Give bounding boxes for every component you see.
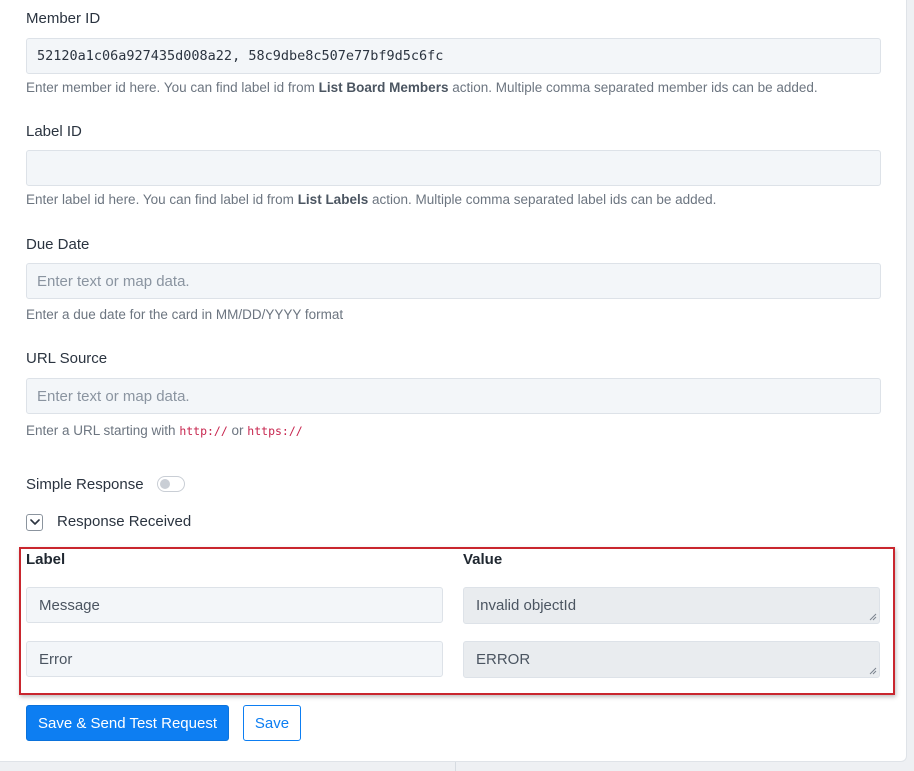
response-value-text: Invalid objectId xyxy=(476,597,577,614)
list-board-members-ref: List Board Members xyxy=(318,80,449,95)
simple-response-toggle[interactable] xyxy=(157,476,185,492)
response-label-text: Error xyxy=(39,650,73,668)
resize-handle-icon[interactable] xyxy=(869,613,877,621)
url-source-help: Enter a URL starting with http:// or htt… xyxy=(26,423,303,438)
label-id-help: Enter label id here. You can find label … xyxy=(26,192,716,207)
member-id-input[interactable]: 52120a1c06a927435d008a22, 58c9dbe8c507e7… xyxy=(26,38,881,74)
member-id-help-text: Enter member id here. You can find label… xyxy=(26,80,319,95)
value-column-header: Value xyxy=(463,551,503,568)
url-source-help-mid: or xyxy=(227,423,248,438)
url-source-input[interactable]: Enter text or map data. xyxy=(26,378,881,414)
response-label-cell[interactable]: Message xyxy=(26,587,443,623)
due-date-help: Enter a due date for the card in MM/DD/Y… xyxy=(26,307,344,322)
response-value-cell[interactable]: ERROR xyxy=(463,641,880,678)
label-id-help-text: Enter label id here. You can find label … xyxy=(26,192,298,207)
member-id-label: Member ID xyxy=(26,10,101,27)
url-source-label: URL Source xyxy=(26,350,108,367)
response-received-collapse-button[interactable] xyxy=(26,514,43,531)
layout-divider xyxy=(455,762,456,771)
member-id-help: Enter member id here. You can find label… xyxy=(26,80,818,95)
list-labels-ref: List Labels xyxy=(297,192,369,207)
resize-handle-icon[interactable] xyxy=(869,667,877,675)
chevron-down-icon xyxy=(29,519,40,525)
url-source-placeholder: Enter text or map data. xyxy=(37,387,190,405)
response-value-cell[interactable]: Invalid objectId xyxy=(463,587,880,624)
member-id-value: 52120a1c06a927435d008a22, 58c9dbe8c507e7… xyxy=(37,48,444,64)
form-card: Member ID 52120a1c06a927435d008a22, 58c9… xyxy=(0,0,907,762)
http-code: http:// xyxy=(179,424,228,438)
label-id-input[interactable] xyxy=(26,150,881,186)
response-received-label: Response Received xyxy=(57,513,192,530)
response-value-text: ERROR xyxy=(476,651,531,668)
label-column-header: Label xyxy=(26,551,66,568)
label-id-label: Label ID xyxy=(26,123,82,140)
due-date-label: Due Date xyxy=(26,236,90,253)
https-code: https:// xyxy=(247,424,303,438)
simple-response-label: Simple Response xyxy=(26,476,144,493)
response-label-cell[interactable]: Error xyxy=(26,641,443,677)
label-id-help-suffix: action. Multiple comma separated label i… xyxy=(368,192,717,207)
url-source-help-text: Enter a URL starting with xyxy=(26,423,180,438)
response-label-text: Message xyxy=(39,596,100,614)
member-id-help-suffix: action. Multiple comma separated member … xyxy=(448,80,818,95)
due-date-placeholder: Enter text or map data. xyxy=(37,272,190,290)
save-button[interactable]: Save xyxy=(243,705,301,741)
toggle-knob xyxy=(160,479,170,489)
due-date-input[interactable]: Enter text or map data. xyxy=(26,263,881,299)
save-and-send-test-request-button[interactable]: Save & Send Test Request xyxy=(26,705,229,741)
